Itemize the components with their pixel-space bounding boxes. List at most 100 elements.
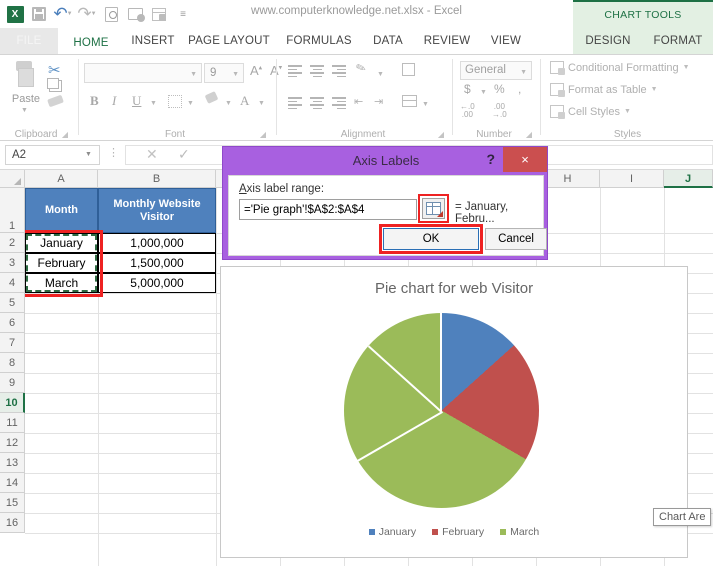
- decrease-decimal-icon[interactable]: ←.0.00: [460, 102, 475, 120]
- copy-icon[interactable]: [47, 78, 62, 92]
- column-header-i[interactable]: I: [600, 170, 664, 188]
- font-size-select[interactable]: 9 ▼: [204, 63, 244, 83]
- row-header-13[interactable]: 13: [0, 453, 25, 473]
- scissors-icon[interactable]: ✂: [48, 61, 61, 79]
- align-middle-icon[interactable]: [310, 65, 324, 78]
- cell-a1[interactable]: Month: [25, 188, 98, 233]
- tab-insert[interactable]: INSERT: [126, 28, 180, 54]
- conditional-formatting-dropdown-icon[interactable]: ▼: [683, 64, 690, 71]
- row-header-8[interactable]: 8: [0, 353, 25, 373]
- row-header-2[interactable]: 2: [0, 233, 25, 253]
- column-header-a[interactable]: A: [25, 170, 98, 188]
- increase-font-size-icon[interactable]: A▴: [250, 63, 262, 78]
- chart-object[interactable]: Pie chart for web Visitor January Februa…: [220, 266, 688, 558]
- row-header-7[interactable]: 7: [0, 333, 25, 353]
- column-header-j[interactable]: J: [664, 170, 713, 188]
- row-header-14[interactable]: 14: [0, 473, 25, 493]
- number-format-select[interactable]: General ▼: [460, 61, 532, 80]
- alignment-dialog-launcher[interactable]: ◢: [438, 130, 444, 139]
- cell-a2[interactable]: January: [25, 233, 98, 253]
- help-icon[interactable]: ?: [486, 151, 495, 167]
- tab-data[interactable]: DATA: [364, 28, 412, 54]
- font-dialog-launcher[interactable]: ◢: [260, 130, 266, 139]
- increase-decimal-icon[interactable]: .00 →.0: [492, 102, 507, 120]
- name-box-dropdown-icon[interactable]: ▼: [85, 151, 92, 158]
- merge-dropdown-icon[interactable]: ▼: [422, 101, 429, 108]
- row-header-5[interactable]: 5: [0, 293, 25, 313]
- row-header-9[interactable]: 9: [0, 373, 25, 393]
- underline-button[interactable]: U: [132, 93, 141, 109]
- cell-a4[interactable]: March: [25, 273, 98, 293]
- underline-dropdown-icon[interactable]: ▼: [150, 100, 157, 107]
- italic-button[interactable]: I: [112, 93, 116, 109]
- tab-review[interactable]: REVIEW: [418, 28, 476, 54]
- cell-styles-button[interactable]: Cell Styles ▼: [550, 105, 631, 119]
- increase-indent-icon[interactable]: ⇥: [374, 95, 383, 108]
- chart-legend[interactable]: January February March: [221, 526, 687, 538]
- paste-icon[interactable]: [12, 61, 38, 91]
- align-left-icon[interactable]: [288, 97, 302, 110]
- row-header-11[interactable]: 11: [0, 413, 25, 433]
- font-color-icon[interactable]: A: [240, 93, 249, 109]
- row-header-12[interactable]: 12: [0, 433, 25, 453]
- tab-formulas[interactable]: FORMULAS: [280, 28, 358, 54]
- format-as-table-button[interactable]: Format as Table ▼: [550, 83, 658, 97]
- paste-dropdown-icon[interactable]: ▼: [21, 107, 28, 114]
- cell-a3[interactable]: February: [25, 253, 98, 273]
- tab-format[interactable]: FORMAT: [643, 28, 713, 54]
- conditional-formatting-button[interactable]: Conditional Formatting ▼: [550, 61, 690, 75]
- align-bottom-icon[interactable]: [332, 65, 346, 78]
- cancel-icon[interactable]: ✕: [146, 147, 158, 163]
- tab-view[interactable]: VIEW: [482, 28, 530, 54]
- tab-file[interactable]: FILE: [0, 28, 58, 54]
- font-name-select[interactable]: ▼: [84, 63, 202, 83]
- align-top-icon[interactable]: [288, 65, 302, 78]
- orientation-dropdown-icon[interactable]: ▼: [377, 71, 384, 78]
- column-header-b[interactable]: B: [98, 170, 216, 188]
- fill-color-icon[interactable]: [206, 93, 219, 105]
- cell-styles-dropdown-icon[interactable]: ▼: [624, 108, 631, 115]
- font-color-dropdown-icon[interactable]: ▼: [258, 100, 265, 107]
- axis-labels-dialog[interactable]: Axis Labels ? × Axis label range: ='Pie …: [222, 146, 548, 260]
- orientation-icon[interactable]: ✎: [354, 60, 368, 77]
- decrease-indent-icon[interactable]: ⇤: [354, 95, 363, 108]
- legend-item-january[interactable]: January: [368, 526, 416, 538]
- cancel-button[interactable]: Cancel: [485, 228, 547, 250]
- borders-icon[interactable]: [168, 95, 182, 108]
- insert-function-icon[interactable]: ⋮: [108, 147, 119, 158]
- accounting-dropdown-icon[interactable]: ▼: [480, 89, 487, 96]
- enter-icon[interactable]: ✓: [178, 147, 190, 163]
- row-header-6[interactable]: 6: [0, 313, 25, 333]
- close-icon[interactable]: ×: [503, 147, 547, 172]
- row-header-1[interactable]: 1: [0, 188, 25, 233]
- row-header-4[interactable]: 4: [0, 273, 25, 293]
- align-center-icon[interactable]: [310, 97, 324, 110]
- comma-style-icon[interactable]: ,: [518, 82, 521, 96]
- tab-home[interactable]: HOME: [62, 28, 120, 54]
- merge-cells-icon[interactable]: [402, 95, 417, 107]
- tab-design[interactable]: DESIGN: [573, 28, 643, 54]
- row-header-16[interactable]: 16: [0, 513, 25, 533]
- tab-page-layout[interactable]: PAGE LAYOUT: [184, 28, 274, 54]
- paste-label[interactable]: Paste: [4, 93, 48, 105]
- chart-title[interactable]: Pie chart for web Visitor: [221, 280, 687, 297]
- axis-label-range-input[interactable]: ='Pie graph'!$A$2:$A$4: [239, 199, 417, 220]
- cell-b4[interactable]: 5,000,000: [98, 273, 216, 293]
- align-right-icon[interactable]: [332, 97, 346, 110]
- pie-chart-plot[interactable]: [344, 312, 539, 508]
- bold-button[interactable]: B: [90, 93, 99, 109]
- ok-button[interactable]: OK: [383, 228, 479, 250]
- wrap-text-icon[interactable]: [402, 63, 415, 76]
- range-selector-icon[interactable]: [422, 198, 445, 219]
- row-header-10[interactable]: 10: [0, 393, 25, 413]
- borders-dropdown-icon[interactable]: ▼: [187, 100, 194, 107]
- fill-color-dropdown-icon[interactable]: ▼: [225, 100, 232, 107]
- legend-item-march[interactable]: March: [500, 526, 539, 538]
- percent-style-icon[interactable]: %: [494, 82, 505, 96]
- cell-b2[interactable]: 1,000,000: [98, 233, 216, 253]
- row-header-15[interactable]: 15: [0, 493, 25, 513]
- accounting-format-icon[interactable]: $: [464, 82, 471, 96]
- cell-b3[interactable]: 1,500,000: [98, 253, 216, 273]
- legend-item-february[interactable]: February: [432, 526, 484, 538]
- cell-b1[interactable]: Monthly Website Visitor: [98, 188, 216, 233]
